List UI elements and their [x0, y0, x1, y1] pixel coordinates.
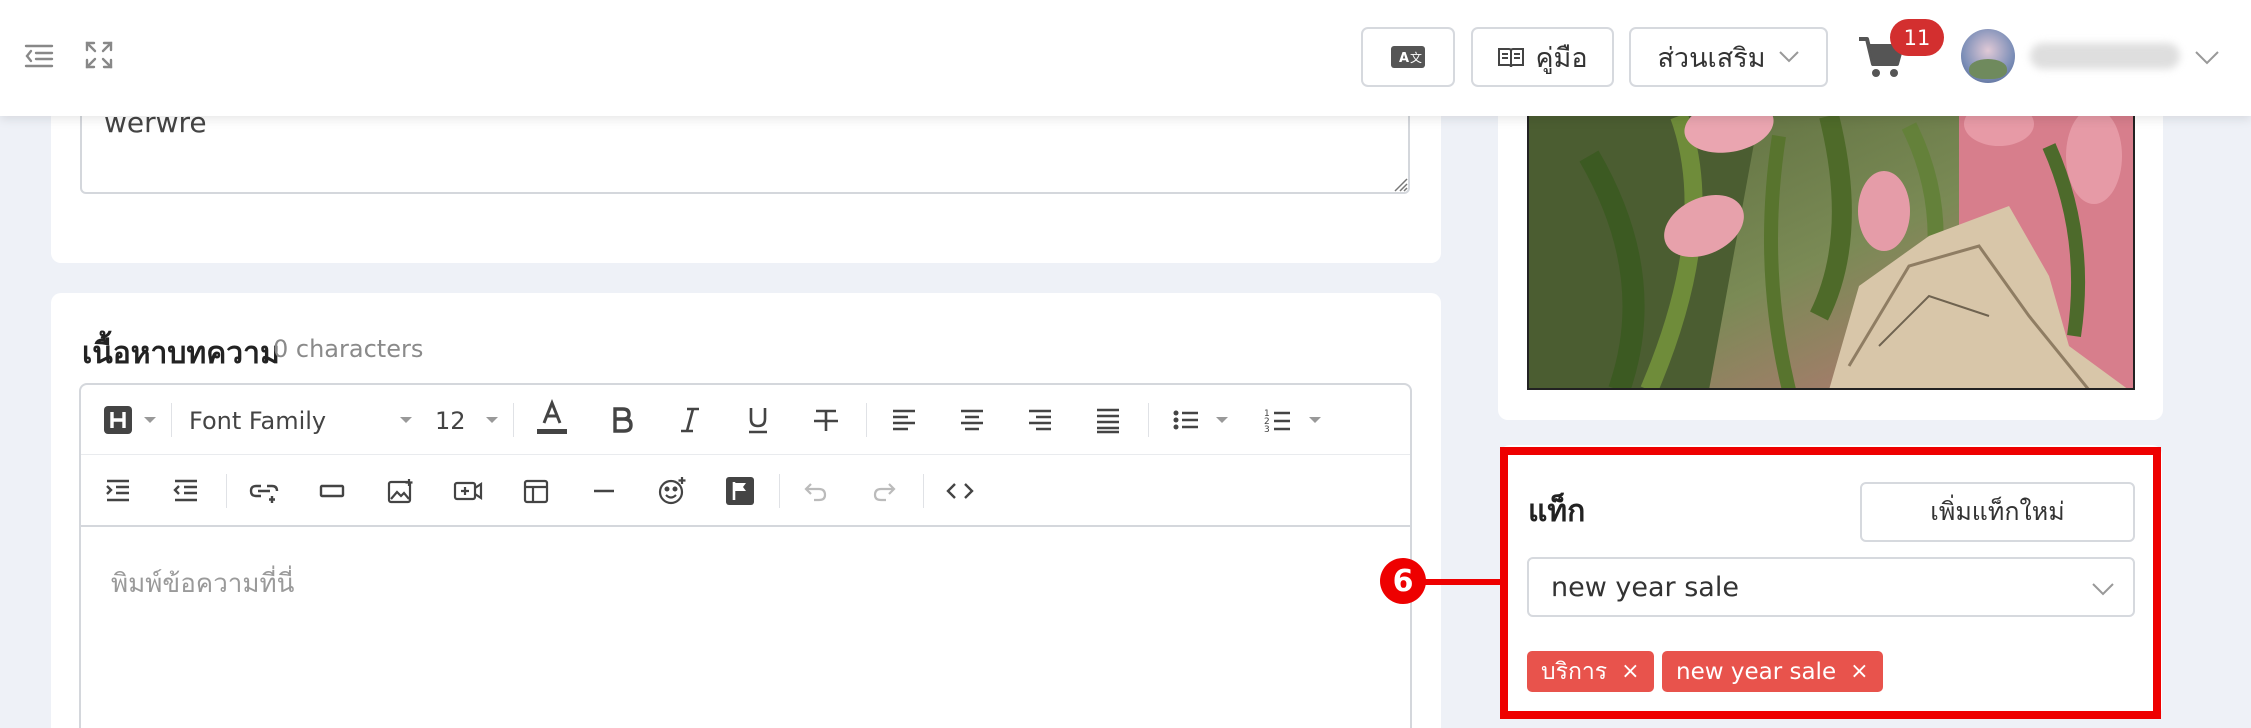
indent-icon[interactable]: [101, 474, 135, 508]
heading-caret-icon[interactable]: [143, 415, 157, 425]
cart-count-badge: 11: [1890, 19, 1944, 56]
book-icon: [1497, 45, 1535, 69]
toolbar-divider: [779, 474, 780, 508]
align-right-icon[interactable]: [1023, 403, 1057, 437]
svg-text:文: 文: [1410, 50, 1422, 65]
bullet-list-caret-icon[interactable]: [1215, 415, 1229, 425]
resize-handle-icon[interactable]: [1392, 176, 1408, 192]
insert-image-icon[interactable]: [383, 474, 417, 508]
avatar[interactable]: [1961, 29, 2015, 83]
heading-icon[interactable]: [101, 403, 135, 437]
link-icon[interactable]: [247, 474, 281, 508]
italic-icon[interactable]: [673, 403, 707, 437]
editor-toolbar-row-1: Font Family 12 1 2 3: [81, 385, 1410, 455]
numbered-list-icon[interactable]: 123: [1261, 403, 1295, 437]
user-menu-chevron-icon[interactable]: [2193, 45, 2221, 69]
guide-label: คู่มือ: [1535, 42, 1588, 74]
redo-icon[interactable]: [867, 474, 901, 508]
svg-text:A: A: [1399, 51, 1409, 66]
toolbar-divider: [923, 474, 924, 508]
toolbar-divider: [866, 403, 867, 437]
code-view-icon[interactable]: [943, 474, 977, 508]
bold-icon[interactable]: [605, 403, 639, 437]
translate-button[interactable]: A 文: [1361, 27, 1455, 87]
align-center-icon[interactable]: [955, 403, 989, 437]
collapse-menu-icon[interactable]: [22, 38, 56, 72]
flag-icon[interactable]: [723, 474, 757, 508]
highlight-box: [1500, 447, 2161, 719]
align-left-icon[interactable]: [887, 403, 921, 437]
align-justify-icon[interactable]: [1091, 403, 1125, 437]
addons-dropdown[interactable]: ส่วนเสริม: [1629, 27, 1828, 87]
font-family-caret-icon[interactable]: [399, 415, 413, 425]
toolbar-divider: [226, 474, 227, 508]
editor-toolbar-row-2: [81, 456, 1410, 527]
char-count: 0 characters: [273, 335, 424, 363]
strikethrough-icon[interactable]: [809, 403, 843, 437]
callout-number: 6: [1380, 558, 1426, 604]
top-bar: A 文 คู่มือ ส่วนเสริม 11: [0, 0, 2251, 116]
insert-video-icon[interactable]: [451, 474, 485, 508]
font-family-select[interactable]: Font Family: [189, 407, 326, 435]
toolbar-divider: [171, 403, 172, 437]
addons-label: ส่วนเสริม: [1657, 42, 1766, 74]
toolbar-divider: [513, 403, 514, 437]
content-title: เนื้อหาบทความ: [82, 336, 280, 371]
numbered-list-caret-icon[interactable]: [1308, 415, 1322, 425]
featured-image[interactable]: [1527, 116, 2135, 390]
editor-content-area[interactable]: พิมพ์ข้อความที่นี่: [111, 563, 294, 604]
svg-text:3: 3: [1264, 425, 1270, 434]
undo-icon[interactable]: [799, 474, 833, 508]
callout-line: [1422, 579, 1502, 585]
fullscreen-icon[interactable]: [82, 38, 116, 72]
chevron-down-icon: [1778, 50, 1800, 64]
guide-button[interactable]: คู่มือ: [1471, 27, 1614, 87]
underline-icon[interactable]: [741, 403, 775, 437]
embed-box-icon[interactable]: [315, 474, 349, 508]
insert-table-icon[interactable]: [519, 474, 553, 508]
font-size-select[interactable]: 12: [435, 407, 466, 435]
username-blurred[interactable]: [2030, 43, 2180, 69]
horizontal-rule-icon[interactable]: [587, 474, 621, 508]
translate-icon: A 文: [1390, 45, 1426, 69]
toolbar-divider: [1148, 403, 1149, 437]
emoji-icon[interactable]: [655, 474, 689, 508]
font-size-caret-icon[interactable]: [485, 415, 499, 425]
outdent-icon[interactable]: [169, 474, 203, 508]
rich-text-editor: Font Family 12 1 2 3 พิมพ์ข้อความที่นี่: [79, 383, 1412, 728]
text-color-icon[interactable]: [535, 399, 569, 435]
bullet-list-icon[interactable]: [1169, 403, 1203, 437]
